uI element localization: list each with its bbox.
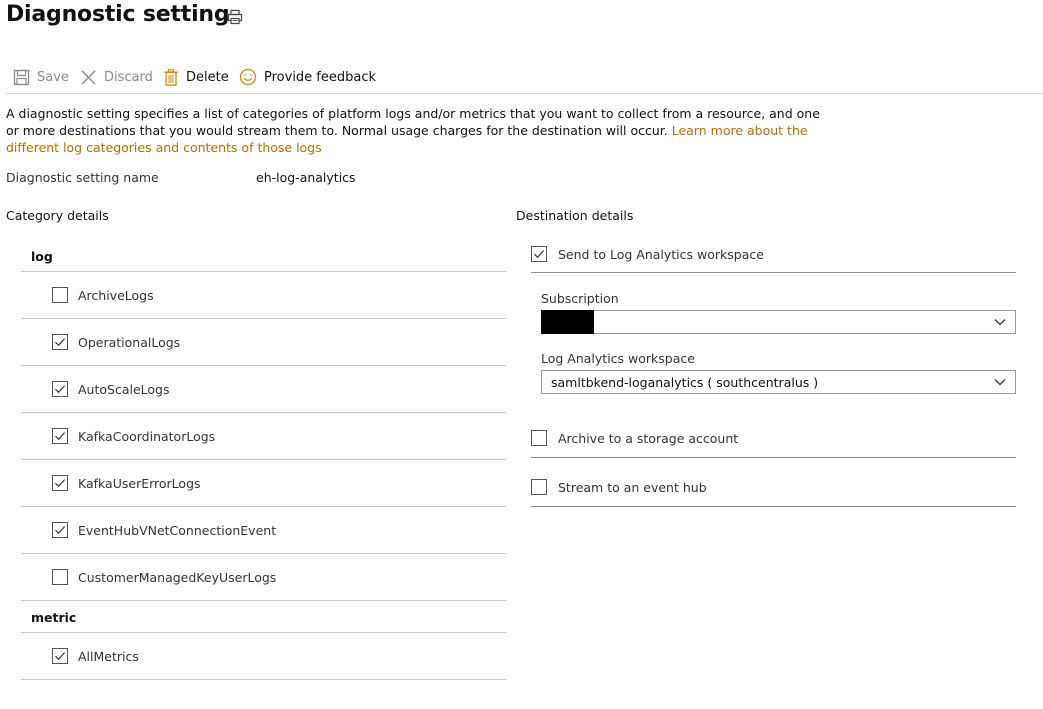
storage-account-label: Archive to a storage account	[558, 431, 739, 446]
redacted-subscription-value	[541, 310, 594, 334]
log-group-header: log	[21, 240, 506, 272]
metric-group-header: metric	[21, 601, 506, 633]
command-bar: Save Discard Delete Provide feedback	[0, 62, 1043, 94]
floppy-disk-icon	[13, 69, 30, 85]
event-hub-option[interactable]: Stream to an event hub	[531, 471, 1016, 507]
log-group-label: log	[31, 249, 53, 264]
log-category-label: KafkaUserErrorLogs	[78, 476, 201, 491]
category-details-title: Category details	[6, 208, 109, 223]
save-label: Save	[37, 69, 69, 85]
log-category-row[interactable]: KafkaCoordinatorLogs	[21, 413, 506, 460]
save-button[interactable]: Save	[13, 66, 69, 88]
description-text: A diagnostic setting specifies a list of…	[6, 105, 826, 156]
metric-group-label: metric	[31, 610, 77, 625]
smiley-icon	[239, 68, 257, 86]
log-category-row[interactable]: KafkaUserErrorLogs	[21, 460, 506, 507]
event-hub-checkbox[interactable]	[531, 479, 547, 495]
discard-button[interactable]: Discard	[80, 66, 153, 88]
log-category-row[interactable]: OperationalLogs	[21, 319, 506, 366]
log-category-row[interactable]: EventHubVNetConnectionEvent	[21, 507, 506, 554]
checkmark-icon	[55, 479, 66, 488]
checkmark-icon	[55, 526, 66, 535]
log-analytics-option[interactable]: Send to Log Analytics workspace	[531, 240, 1016, 273]
provide-feedback-button[interactable]: Provide feedback	[239, 66, 376, 88]
log-category-label: ArchiveLogs	[78, 288, 154, 303]
storage-account-option[interactable]: Archive to a storage account	[531, 422, 1016, 458]
workspace-label: Log Analytics workspace	[541, 351, 695, 366]
log-category-checkbox[interactable]	[52, 428, 68, 444]
provide-feedback-label: Provide feedback	[264, 69, 377, 85]
checkmark-icon	[55, 338, 66, 347]
subscription-dropdown[interactable]	[541, 310, 1016, 334]
metric-category-label: AllMetrics	[78, 649, 139, 664]
delete-button[interactable]: Delete	[163, 66, 229, 88]
log-category-row[interactable]: CustomerManagedKeyUserLogs	[21, 554, 506, 601]
toolbar-divider	[6, 93, 1043, 94]
log-category-checkbox[interactable]	[52, 334, 68, 350]
setting-name-value: eh-log-analytics	[256, 170, 356, 185]
log-category-checkbox[interactable]	[52, 569, 68, 585]
log-category-label: AutoScaleLogs	[78, 382, 170, 397]
workspace-value: samltbkend-loganalytics ( southcentralus…	[551, 375, 819, 390]
delete-label: Delete	[186, 69, 229, 85]
log-category-checkbox[interactable]	[52, 522, 68, 538]
setting-name-label: Diagnostic setting name	[6, 170, 159, 185]
chevron-down-icon	[994, 379, 1006, 386]
log-category-checkbox[interactable]	[52, 381, 68, 397]
storage-account-checkbox[interactable]	[531, 430, 547, 446]
close-icon	[81, 70, 96, 84]
checkmark-icon	[55, 385, 66, 394]
metric-category-row[interactable]: AllMetrics	[21, 633, 506, 680]
subscription-label: Subscription	[541, 291, 619, 306]
log-category-checkbox[interactable]	[52, 475, 68, 491]
workspace-dropdown[interactable]: samltbkend-loganalytics ( southcentralus…	[541, 370, 1016, 394]
log-category-label: OperationalLogs	[78, 335, 181, 350]
log-category-label: KafkaCoordinatorLogs	[78, 429, 216, 444]
discard-label: Discard	[104, 69, 153, 85]
log-category-label: CustomerManagedKeyUserLogs	[78, 570, 277, 585]
checkmark-icon	[534, 250, 545, 259]
log-analytics-checkbox[interactable]	[531, 246, 547, 262]
checkmark-icon	[55, 432, 66, 441]
event-hub-label: Stream to an event hub	[558, 480, 707, 495]
destination-details-title: Destination details	[516, 208, 634, 223]
log-category-row[interactable]: ArchiveLogs	[21, 272, 506, 319]
trash-icon	[164, 68, 178, 86]
checkmark-icon	[55, 652, 66, 661]
chevron-down-icon	[994, 319, 1006, 326]
log-category-label: EventHubVNetConnectionEvent	[78, 523, 277, 538]
page-title: Diagnostic setting	[6, 2, 230, 27]
printer-icon[interactable]	[227, 9, 243, 25]
log-category-checkbox[interactable]	[52, 287, 68, 303]
log-category-row[interactable]: AutoScaleLogs	[21, 366, 506, 413]
log-analytics-label: Send to Log Analytics workspace	[558, 247, 764, 262]
metric-category-checkbox[interactable]	[52, 648, 68, 664]
